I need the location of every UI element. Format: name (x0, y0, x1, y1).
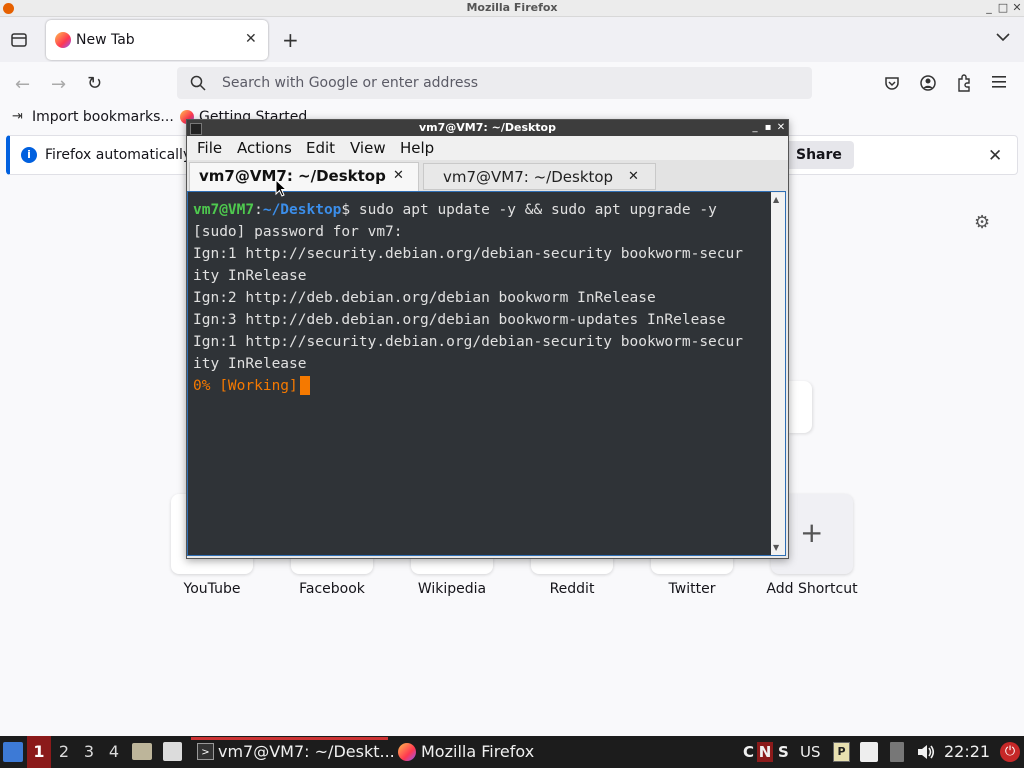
notification-text: Firefox automatically (45, 147, 192, 163)
shortcut-label: Reddit (549, 581, 595, 597)
terminal-output-line: Ign:2 http://deb.debian.org/debian bookw… (193, 290, 656, 306)
terminal-prompt-line: vm7@VM7:~/Desktop$ sudo apt update -y &&… (193, 199, 717, 221)
menu-edit[interactable]: Edit (306, 139, 335, 157)
menu-actions[interactable]: Actions (237, 139, 292, 157)
mouse-pointer-icon (275, 179, 287, 197)
add-shortcut-plus-icon: + (800, 516, 824, 549)
terminal-tab-1-label: vm7@VM7: ~/Desktop (199, 167, 386, 185)
terminal-output-line: [sudo] password for vm7: (193, 224, 403, 240)
close-icon[interactable]: ✕ (1010, 1, 1024, 15)
text-editor-launcher-icon[interactable] (163, 742, 182, 761)
search-icon (190, 75, 206, 91)
task-firefox[interactable]: Mozilla Firefox (421, 736, 534, 768)
prompt-command: sudo apt update -y && sudo apt upgrade -… (350, 202, 717, 218)
shortcut-label: Wikipedia (417, 581, 487, 597)
app-menu-icon[interactable] (3, 742, 23, 762)
minimize-icon[interactable]: _ (982, 1, 996, 15)
prompt-dollar: $ (341, 202, 351, 218)
volume-icon[interactable] (916, 742, 936, 762)
keyboard-layout[interactable]: US (800, 736, 821, 768)
file-manager-launcher-icon[interactable] (132, 743, 152, 760)
shortcut-label: Add Shortcut (766, 581, 858, 597)
workspace-2[interactable]: 2 (52, 736, 76, 768)
workspace-4[interactable]: 4 (102, 736, 126, 768)
terminal-maximize-icon[interactable]: ▪ (762, 121, 774, 135)
terminal-title: vm7@VM7: ~/Desktop (418, 121, 556, 134)
terminal-output-line: Ign:1 http://security.debian.org/debian-… (193, 246, 743, 262)
settings-gear-icon[interactable]: ⚙ (974, 212, 990, 233)
terminal-tab-2-close-icon[interactable]: ✕ (628, 169, 639, 184)
list-all-tabs-chevron-icon[interactable] (996, 32, 1010, 42)
url-placeholder: Search with Google or enter address (222, 75, 479, 91)
scrolllock-indicator: S (778, 743, 789, 761)
terminal-output-line: ity InRelease (193, 356, 307, 372)
pocket-icon[interactable] (884, 75, 900, 91)
prompt-separator: : (254, 202, 263, 218)
numlock-indicator: N (757, 742, 773, 762)
clock: 22:21 (944, 742, 991, 761)
search-box-edge (788, 381, 812, 433)
menu-help[interactable]: Help (400, 139, 434, 157)
new-tab-plus-icon[interactable]: + (282, 28, 299, 52)
shortcut-label: YouTube (183, 581, 241, 597)
prompt-user: vm7@VM7 (193, 202, 255, 218)
terminal-output-line: Ign:1 http://security.debian.org/debian-… (193, 334, 743, 350)
power-manager-icon[interactable] (890, 742, 904, 762)
info-icon: i (21, 147, 37, 163)
menu-view[interactable]: View (350, 139, 386, 157)
prompt-path: ~/Desktop (262, 202, 342, 218)
terminal-output-line: ity InRelease (193, 268, 307, 284)
close-tab-icon[interactable]: ✕ (245, 31, 257, 47)
back-icon[interactable]: ← (15, 74, 30, 95)
firefox-logo-icon (55, 32, 71, 48)
tab-label: New Tab (76, 32, 135, 48)
notification-close-icon[interactable]: ✕ (988, 146, 1002, 166)
clipboard-icon[interactable]: P (833, 742, 850, 762)
forward-icon[interactable]: → (51, 74, 66, 95)
import-icon: ⇥ (12, 109, 23, 124)
shortcut-label: Twitter (668, 581, 716, 597)
terminal-cursor (300, 376, 310, 395)
power-icon[interactable]: ⏻ (1000, 742, 1020, 762)
maximize-icon[interactable]: □ (996, 1, 1010, 15)
terminal-task-icon: > (197, 743, 214, 760)
account-icon[interactable] (920, 75, 936, 91)
terminal-minimize-icon[interactable]: _ (749, 121, 761, 135)
terminal-tab-1-close-icon[interactable]: ✕ (393, 168, 404, 183)
tab-list-icon[interactable] (10, 31, 28, 49)
terminal-output-line: Ign:3 http://deb.debian.org/debian bookw… (193, 312, 726, 328)
task-terminal[interactable]: vm7@VM7: ~/Deskt... (218, 736, 395, 768)
terminal-tab-2-label: vm7@VM7: ~/Desktop (443, 168, 614, 186)
workspace-1[interactable]: 1 (27, 736, 51, 768)
firefox-task-icon (398, 743, 416, 761)
notes-icon[interactable] (860, 742, 878, 762)
shortcut-label: Facebook (299, 581, 365, 597)
menu-file[interactable]: File (197, 139, 222, 157)
menu-hamburger-icon[interactable] (992, 76, 1006, 88)
extensions-icon[interactable] (956, 74, 972, 92)
firefox-window-title: Mozilla Firefox (466, 1, 558, 14)
reload-icon[interactable]: ↻ (87, 73, 102, 94)
share-button[interactable]: Share (782, 141, 854, 169)
workspace-3[interactable]: 3 (77, 736, 101, 768)
bookmark-import[interactable]: Import bookmarks... (32, 109, 174, 125)
capslock-indicator: C (743, 743, 755, 761)
terminal-progress-line: 0% [Working] (193, 378, 298, 394)
terminal-close-icon[interactable]: ✕ (775, 121, 787, 135)
